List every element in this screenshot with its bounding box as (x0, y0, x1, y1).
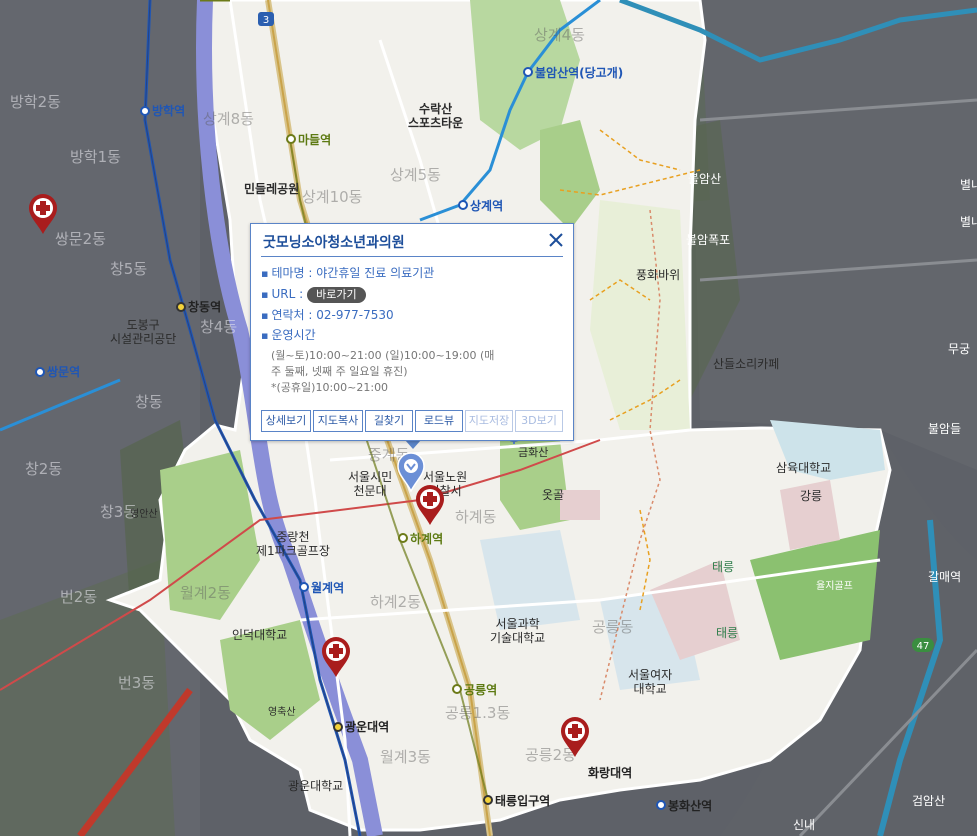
station-label[interactable]: 태릉입구역 (495, 794, 550, 808)
district-label: 상계4동 (534, 26, 585, 44)
station-label[interactable]: 화랑대역 (588, 766, 632, 780)
station-label[interactable]: 상계역 (470, 199, 503, 213)
area-label: 검암산 (912, 794, 946, 808)
url-shortcut-button[interactable]: 바로가기 (307, 287, 366, 303)
poi-label: 민들레공원 (244, 182, 300, 196)
area-label: 창4동 (200, 318, 238, 336)
save-map-button[interactable]: 지도저장 (465, 410, 513, 432)
url-row: ▪ URL : 바로가기 (261, 287, 366, 303)
hospital-marker-icon[interactable] (320, 636, 352, 678)
station-label[interactable]: 창동역 (188, 300, 221, 314)
station-label[interactable]: 쌍문역 (47, 365, 80, 379)
url-label: URL : (271, 287, 304, 301)
area-label: 불암들 (928, 422, 962, 436)
area-label: 별내 (960, 178, 977, 192)
poi-label: 옷골 (542, 488, 565, 502)
area-label: 갈매역 (928, 570, 962, 584)
poi-label: 광운대학교 (288, 779, 344, 793)
station-label[interactable]: 봉화산역 (668, 799, 712, 813)
poi-label: 영안산 (130, 509, 158, 520)
popup-title: 굿모닝소아청소년과의원 (263, 235, 405, 251)
area-label: 방학1동 (70, 148, 121, 166)
station-label[interactable]: 공릉역 (464, 683, 497, 697)
district-label: 하계동 (455, 508, 497, 526)
area-label: 번3동 (118, 674, 156, 692)
hospital-marker-icon[interactable] (559, 716, 591, 758)
hours-row: ▪ 운영시간 (261, 328, 316, 342)
station-label[interactable]: 불암산역(당고개) (535, 66, 623, 80)
district-label: 상계8동 (203, 110, 254, 128)
area-label: 별내 (960, 215, 977, 229)
area-label: 창2동 (25, 460, 63, 478)
poi-label: 서울과학 기술대학교 (490, 617, 546, 645)
poi-label: 금화산 (518, 446, 549, 459)
poi-label: 태릉 (712, 560, 735, 574)
area-label: 창5동 (110, 260, 148, 278)
area-label: 창동 (135, 393, 163, 411)
area-label: 방학2동 (10, 93, 61, 111)
theme-text: 테마명 : 야간휴일 진료 의료기관 (271, 266, 435, 280)
station-label[interactable]: 방학역 (152, 104, 185, 118)
poi-label: 서울여자 대학교 (628, 668, 673, 696)
hours-label: 운영시간 (271, 328, 316, 342)
directions-button[interactable]: 길찾기 (365, 410, 413, 432)
district-label: 상계10동 (302, 188, 363, 206)
area-label: 불암폭포 (686, 233, 731, 247)
popup-action-buttons: 상세보기 지도복사 길찾기 로드뷰 지도저장 3D보기 (261, 410, 563, 432)
hospital-marker-icon[interactable] (27, 193, 59, 235)
road-view-button[interactable]: 로드뷰 (415, 410, 463, 432)
station-label[interactable]: 하계역 (410, 532, 443, 546)
area-label: 번2동 (60, 588, 98, 606)
poi-label: 인덕대학교 (232, 628, 288, 642)
detail-view-button[interactable]: 상세보기 (261, 410, 311, 432)
popup-pointer (405, 440, 421, 449)
hours-line: *(공휴일)10:00~21:00 (271, 381, 389, 394)
station-label[interactable]: 월계역 (311, 581, 344, 595)
poi-label: 율지골프 (816, 581, 853, 592)
poi-label: 풍화바위 (636, 268, 681, 282)
area-label: 신내 (793, 818, 816, 832)
popup-divider (261, 256, 563, 257)
info-popup: 굿모닝소아청소년과의원 ▪ 테마명 : 야간휴일 진료 의료기관 ▪ URL : 바로… (250, 223, 574, 441)
contact-text: 연락처 : 02-977-7530 (271, 308, 394, 322)
station-label[interactable]: 광운대역 (345, 720, 389, 734)
poi-label: 영축산 (268, 707, 296, 718)
district-label: 월계3동 (380, 748, 431, 766)
road-number-3: 3 (263, 15, 269, 26)
area-label: 불암산 (688, 172, 722, 186)
copy-map-button[interactable]: 지도복사 (313, 410, 363, 432)
poi-label: 중랑천 제1파크골프장 (256, 530, 330, 558)
poi-label: 수락산 스포츠타운 (408, 102, 464, 130)
poi-label: 서울시민 천문대 (348, 470, 393, 498)
selected-location-pin-icon[interactable] (396, 452, 426, 492)
district-label: 공릉동 (592, 618, 634, 636)
poi-label: 도봉구 시설관리공단 (110, 318, 177, 346)
poi-label: 태릉 (716, 626, 739, 640)
district-label: 공릉1.3동 (445, 704, 511, 722)
hours-details: (월~토)10:00~21:00 (일)10:00~19:00 (매 주 둘째,… (271, 348, 521, 396)
poi-label: 산들소리카페 (713, 357, 780, 371)
poi-label: 삼육대학교 (776, 461, 832, 475)
theme-row: ▪ 테마명 : 야간휴일 진료 의료기관 (261, 266, 435, 280)
road-number-47: 47 (917, 641, 930, 652)
close-icon[interactable] (547, 231, 565, 249)
station-label[interactable]: 마들역 (298, 133, 331, 147)
area-label: 쌍문2동 (55, 230, 106, 248)
hours-line: 주 둘째, 넷째 주 일요일 휴진) (271, 365, 408, 378)
contact-row: ▪ 연락처 : 02-977-7530 (261, 308, 394, 322)
area-label: 무궁 (948, 342, 971, 356)
3d-view-button[interactable]: 3D보기 (515, 410, 563, 432)
poi-label: 강릉 (800, 489, 823, 503)
district-label: 하계2동 (370, 593, 421, 611)
hours-line: (월~토)10:00~21:00 (일)10:00~19:00 (매 (271, 349, 495, 362)
district-label: 상계5동 (390, 166, 441, 184)
district-label: 월계2동 (180, 584, 231, 602)
